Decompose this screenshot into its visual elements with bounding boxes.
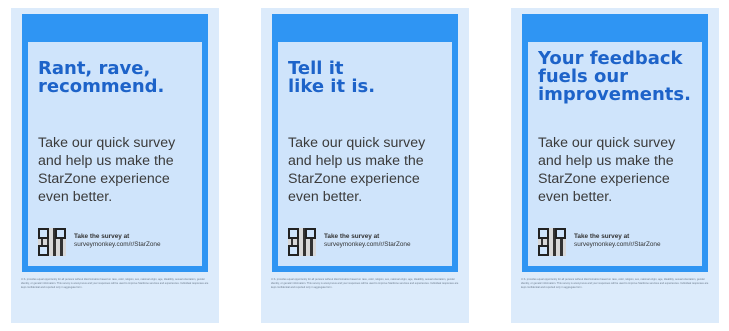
poster-rant-rave: Rant, rave, recommend. Take our quick su… <box>11 8 219 323</box>
cta-label: Take the survey at <box>74 233 130 240</box>
cta-label: Take the survey at <box>324 233 380 240</box>
survey-call-to-action: Take the survey at surveymonkey.com/r/St… <box>574 233 661 249</box>
survey-url[interactable]: surveymonkey.com/r/StarZone <box>74 241 161 249</box>
poster-body-text: Take our quick survey and help us make t… <box>538 135 676 205</box>
poster-headline: Your feedback fuels our improvements. <box>538 48 691 105</box>
survey-url[interactable]: surveymonkey.com/r/StarZone <box>324 241 411 249</box>
poster-gallery: Rant, rave, recommend. Take our quick su… <box>0 0 729 331</box>
cta-label: Take the survey at <box>574 233 630 240</box>
qr-code-icon <box>288 228 316 256</box>
poster-body-text: Take our quick survey and help us make t… <box>288 135 426 205</box>
poster-frame: Your feedback fuels our improvements. Ta… <box>522 14 708 272</box>
survey-call-to-action: Take the survey at surveymonkey.com/r/St… <box>74 233 161 249</box>
survey-url[interactable]: surveymonkey.com/r/StarZone <box>574 241 661 249</box>
poster-frame: Rant, rave, recommend. Take our quick su… <box>22 14 208 272</box>
poster-feedback-fuels: Your feedback fuels our improvements. Ta… <box>511 8 719 323</box>
fine-print: U.S. provides equal opportunity for all … <box>521 278 709 289</box>
qr-code-icon <box>38 228 66 256</box>
poster-panel: Your feedback fuels our improvements. Ta… <box>528 42 702 266</box>
poster-headline: Tell it like it is. <box>288 58 376 97</box>
poster-body-text: Take our quick survey and help us make t… <box>38 135 176 205</box>
poster-panel: Rant, rave, recommend. Take our quick su… <box>28 42 202 266</box>
poster-headline: Rant, rave, recommend. <box>38 58 165 97</box>
poster-tell-it: Tell it like it is. Take our quick surve… <box>261 8 469 323</box>
poster-panel: Tell it like it is. Take our quick surve… <box>278 42 452 266</box>
fine-print: U.S. provides equal opportunity for all … <box>21 278 209 289</box>
poster-frame: Tell it like it is. Take our quick surve… <box>272 14 458 272</box>
fine-print: U.S. provides equal opportunity for all … <box>271 278 459 289</box>
qr-code-icon <box>538 228 566 256</box>
survey-call-to-action: Take the survey at surveymonkey.com/r/St… <box>324 233 411 249</box>
